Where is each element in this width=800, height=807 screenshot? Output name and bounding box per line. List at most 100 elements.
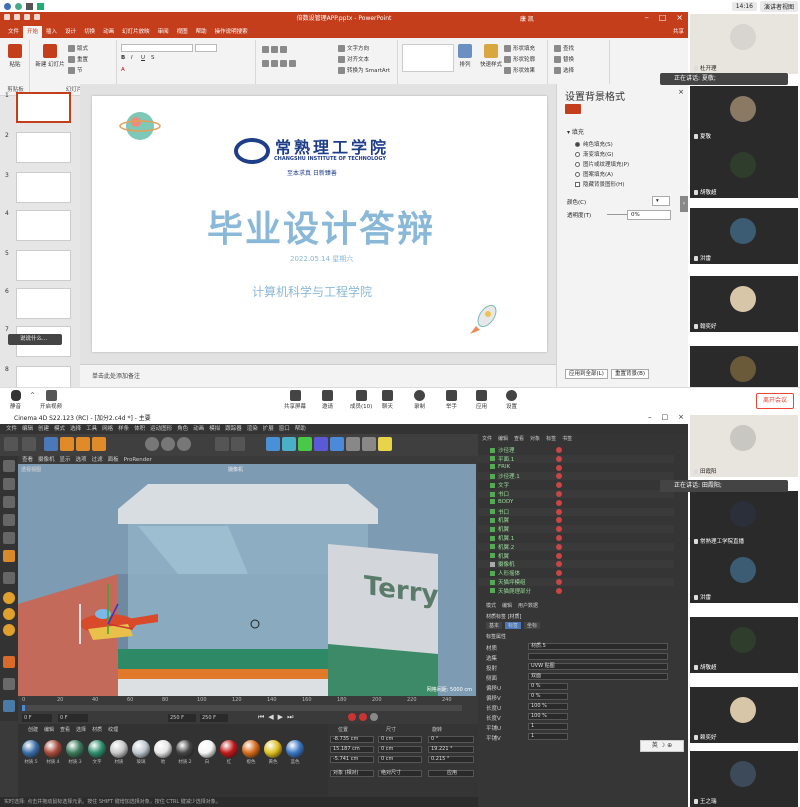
object-manager-tab[interactable]: 编辑 (498, 435, 508, 442)
reset-button[interactable]: 重置 (68, 55, 88, 63)
attribute-menu-item[interactable]: 编辑 (502, 602, 512, 609)
timeline[interactable]: 0 20 40 60 80 100 120 140 160 180 200 220 240 0 F 0 … (18, 696, 476, 724)
video-tile[interactable]: 赖奕好 (690, 687, 798, 743)
object-row[interactable]: BODY (478, 498, 674, 507)
slide-thumbnail[interactable] (16, 172, 71, 203)
present-icon[interactable] (34, 14, 40, 20)
material-swatch[interactable] (88, 740, 106, 758)
material-swatch[interactable] (22, 740, 40, 758)
smartart-button[interactable]: 转换为 SmartArt (338, 66, 390, 74)
c4d-menu-item[interactable]: 文件 (6, 424, 17, 434)
object-row[interactable]: 天猫坪模组 (478, 578, 674, 586)
max-frame-field[interactable]: 250 F (168, 714, 196, 722)
viewport-menu-item[interactable]: 摄像机 (38, 456, 55, 464)
section-button[interactable]: 节 (68, 66, 83, 74)
paste-button[interactable]: 粘贴 (8, 44, 22, 68)
members-button[interactable]: 成员(10) (350, 390, 372, 410)
apply-all-button[interactable]: 应用到全部(L) (565, 369, 608, 379)
timeline-track[interactable] (22, 705, 462, 711)
apply-button[interactable]: 应用 (428, 770, 474, 777)
material-swatch[interactable] (176, 740, 194, 758)
c4d-menu-item[interactable]: 模式 (54, 424, 65, 434)
slide-thumbnail[interactable] (16, 288, 71, 319)
c4d-menu-item[interactable]: 渲染 (247, 424, 258, 434)
current-frame-field[interactable]: 0 F (22, 714, 52, 722)
apps-button[interactable]: 应用 (476, 390, 487, 410)
snap-icon[interactable] (3, 572, 15, 584)
material-swatch[interactable] (66, 740, 84, 758)
select-button[interactable]: 选择 (554, 66, 574, 74)
viewport-menu-item[interactable]: ProRender (124, 456, 152, 464)
maximize-icon[interactable]: □ (659, 13, 667, 22)
material-tag-icon[interactable] (556, 543, 562, 550)
size-z-field[interactable]: 0 cm (378, 756, 422, 763)
material-menu-item[interactable]: 选择 (76, 726, 86, 733)
redo-icon[interactable] (22, 437, 36, 451)
c4d-menu-item[interactable]: 动画 (193, 424, 204, 434)
bold-button[interactable]: B (121, 55, 125, 61)
tab-transitions[interactable]: 切换 (80, 26, 99, 38)
material-tag-icon[interactable] (556, 473, 562, 480)
object-row[interactable]: 平面.1 (478, 454, 674, 463)
notes-pane[interactable]: 单击此处添加备注 (80, 364, 556, 386)
attribute-value-field[interactable]: 100 % (528, 703, 568, 710)
record-key-icon[interactable] (348, 713, 356, 721)
attribute-tab[interactable]: 基本 (486, 622, 503, 629)
video-tile[interactable]: 翰奕好 (690, 276, 798, 332)
material-tag-icon[interactable] (556, 570, 562, 577)
tab-insert[interactable]: 插入 (42, 26, 61, 38)
radio-solid-fill[interactable] (575, 141, 580, 147)
sculpt-icon[interactable] (3, 678, 15, 690)
object-item[interactable]: 书口 (490, 508, 509, 516)
c4d-menu-item[interactable]: 角色 (177, 424, 188, 434)
attribute-value-field[interactable]: 1 (528, 723, 568, 730)
object-item[interactable]: 天猫爬理部分 (490, 587, 531, 595)
layout-button[interactable]: 版式 (68, 44, 88, 52)
object-item[interactable]: 沙径理 (490, 446, 515, 454)
material-tag-icon[interactable] (556, 464, 562, 471)
c4d-menu-item[interactable]: 模拟 (209, 424, 220, 434)
size-x-field[interactable]: 0 cm (378, 736, 422, 743)
object-item[interactable]: 书口 (490, 490, 509, 498)
slide-thumbnail[interactable] (16, 132, 71, 163)
slide-thumbnail[interactable] (16, 250, 71, 281)
c4d-menu-item[interactable]: 编辑 (22, 424, 33, 434)
position-x-field[interactable]: -8.735 cm (330, 736, 374, 743)
object-item[interactable]: 机翼.2 (490, 543, 514, 551)
align-text-button[interactable]: 对齐文本 (338, 55, 369, 63)
material-tag-icon[interactable] (556, 455, 562, 462)
new-slide-button[interactable]: 新建 幻灯片 (35, 44, 65, 68)
object-manager-tab[interactable]: 文件 (482, 435, 492, 442)
shape-effects-button[interactable]: 形状效果 (504, 66, 535, 74)
points-mode-icon[interactable] (3, 496, 15, 508)
keyframe-icon[interactable] (370, 713, 378, 721)
video-tile[interactable]: 夏敬 (690, 86, 798, 142)
object-item[interactable]: 机翼 (490, 552, 509, 560)
select-tool-icon[interactable] (44, 437, 58, 451)
raise-hand-button[interactable]: 举手 (446, 390, 457, 410)
attribute-value-field[interactable]: 1 (528, 733, 568, 740)
share-button[interactable]: 共享 (669, 26, 688, 38)
material-swatch[interactable] (110, 740, 128, 758)
z-axis-icon[interactable] (177, 437, 191, 451)
locked-workplane-icon[interactable] (3, 624, 15, 636)
edges-mode-icon[interactable] (3, 514, 15, 526)
playback-controls[interactable]: ⏮◀▶⏭ (258, 713, 297, 722)
render-icon[interactable] (231, 437, 245, 451)
c4d-menu-item[interactable]: 帮助 (295, 424, 306, 434)
autokey-icon[interactable] (359, 713, 367, 721)
3d-viewport[interactable]: 透视视图 摄像机 Terry 网格间距: 5000 cm (18, 464, 476, 696)
gradient-fill-option[interactable]: 渐变填充(G) (575, 150, 614, 158)
tell-me-search[interactable]: 操作说明搜索 (211, 26, 252, 38)
invite-button[interactable]: 邀请 (322, 390, 333, 410)
min-frame-field[interactable]: 0 F (58, 714, 88, 722)
material-swatch[interactable] (132, 740, 150, 758)
radio-pattern-fill[interactable] (575, 171, 580, 177)
ime-toolbar[interactable]: 英 ☽ ⊕ (640, 740, 684, 752)
tab-slideshow[interactable]: 幻灯片放映 (118, 26, 154, 38)
expand-panel-icon[interactable]: › (680, 196, 688, 212)
video-tile[interactable]: 田霞阳 (690, 415, 798, 477)
video-tile[interactable]: 胡敬超 (690, 142, 798, 198)
object-manager-tab[interactable]: 对象 (530, 435, 540, 442)
fill-section-header[interactable]: ▾ 填充 (567, 127, 584, 136)
